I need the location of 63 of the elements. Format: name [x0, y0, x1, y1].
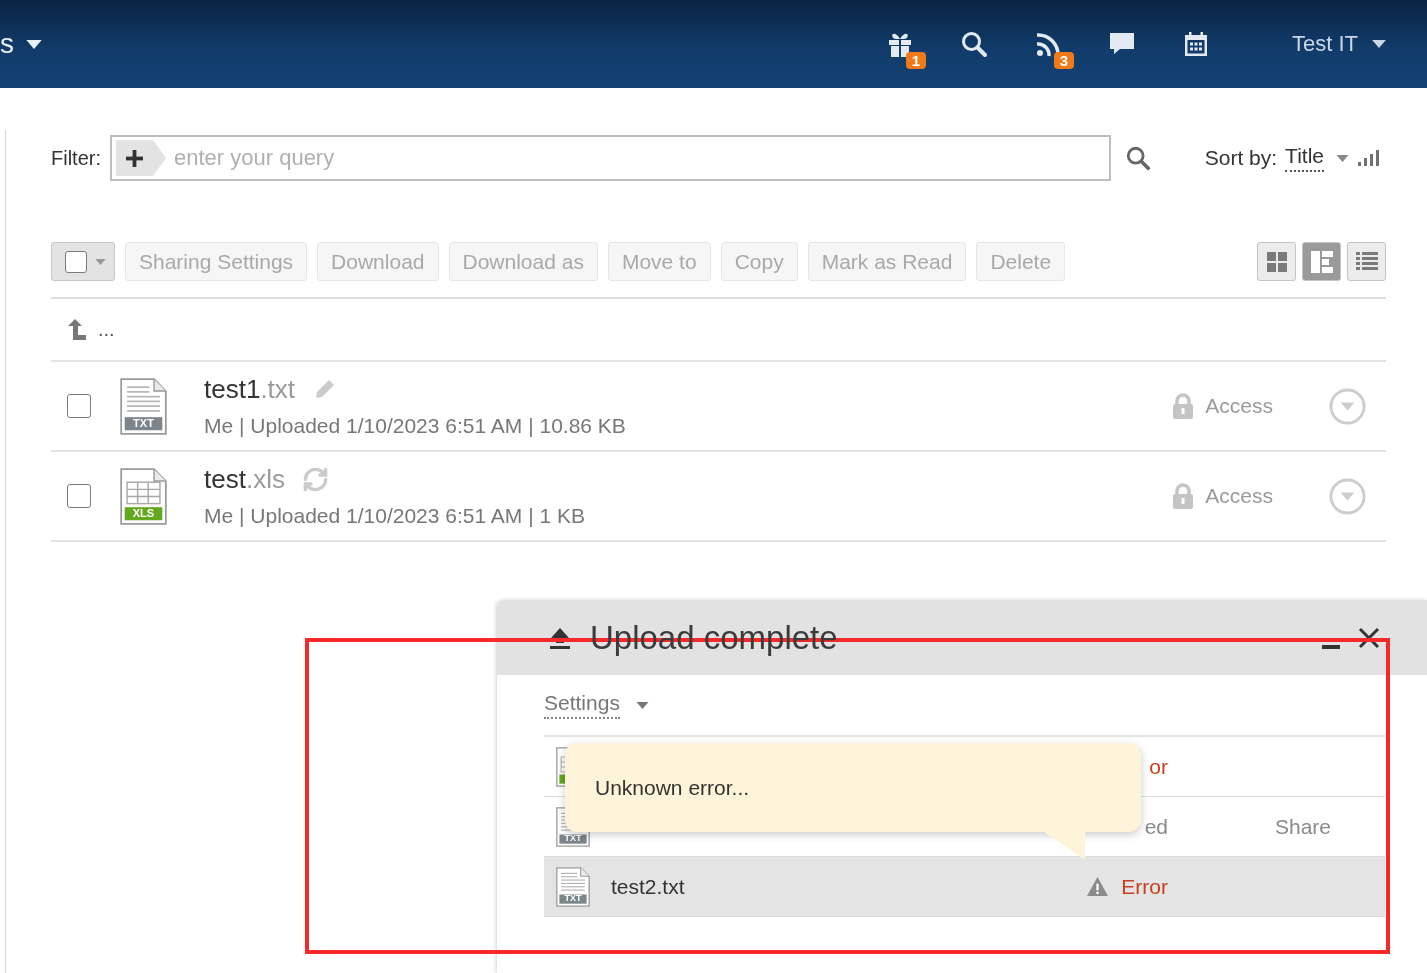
caret-icon	[635, 701, 649, 709]
upload-status: Error	[1121, 874, 1168, 899]
file-type-label: TXT	[563, 894, 583, 904]
nav-menu-button[interactable]: s	[0, 28, 42, 60]
user-menu-button[interactable]: Test IT	[1292, 31, 1386, 57]
file-name: test2.txt	[611, 874, 685, 899]
search-button[interactable]	[1125, 145, 1151, 171]
plus-icon	[126, 149, 143, 167]
filter-label: Filter:	[51, 146, 101, 170]
circle-caret-icon	[1329, 477, 1366, 515]
upload-status: or	[1149, 754, 1168, 779]
search-icon[interactable]	[960, 30, 988, 58]
access-link[interactable]: Access	[1172, 393, 1273, 419]
upload-row[interactable]: TXT test2.txt Error	[544, 857, 1385, 917]
sort-label: Sort by:	[1204, 146, 1278, 170]
file-details: Me | Uploaded 1/10/2023 6:51 AM | 1 KB	[204, 503, 585, 528]
file-extension: .xls	[245, 463, 285, 495]
text-file-icon	[556, 866, 590, 907]
sort-field-dropdown[interactable]: Title	[1285, 144, 1324, 172]
select-all-dropdown[interactable]	[51, 242, 115, 281]
caret-icon	[1336, 154, 1349, 162]
file-type-label: XLS	[131, 506, 156, 520]
share-link[interactable]: Share	[1275, 814, 1332, 839]
view-mode-button[interactable]	[1302, 242, 1341, 281]
circle-caret-icon	[1329, 387, 1366, 425]
file-extension: .txt	[260, 373, 296, 405]
tiles-icon	[1266, 251, 1287, 272]
list-icon	[1355, 251, 1378, 272]
view-mode-button[interactable]	[1347, 242, 1386, 281]
count-badge: 3	[1054, 52, 1074, 69]
view-mode-button[interactable]	[1257, 242, 1296, 281]
checkbox[interactable]	[67, 394, 91, 418]
checkbox[interactable]	[67, 484, 91, 508]
minimize-icon	[1322, 644, 1340, 649]
caret-icon	[26, 39, 42, 49]
error-tooltip: Unknown error...	[565, 743, 1141, 832]
checkbox[interactable]	[65, 250, 87, 273]
filter-field[interactable]: enter your query	[110, 135, 1111, 181]
file-type-label: TXT	[563, 834, 583, 844]
ascending-bars-icon[interactable]	[1358, 150, 1380, 166]
caret-icon	[95, 258, 106, 265]
file-details: Me | Uploaded 1/10/2023 6:51 AM | 10.86 KB	[204, 413, 626, 438]
text-file-icon	[120, 377, 167, 435]
count-badge: 1	[906, 52, 926, 69]
signal-arcs-icon[interactable]	[1034, 30, 1062, 58]
close-button[interactable]	[1358, 626, 1380, 649]
caret-icon	[1372, 40, 1386, 48]
spreadsheet-file-icon	[120, 467, 167, 525]
up-arrow-icon[interactable]	[68, 318, 86, 341]
file-name[interactable]: test1	[204, 373, 261, 405]
search-icon	[1125, 145, 1151, 171]
lock-icon	[1172, 483, 1195, 509]
tooltip-pointer	[1043, 831, 1085, 860]
parent-folder-link[interactable]: ...	[98, 318, 115, 341]
file-name[interactable]: test	[204, 463, 246, 495]
upload-status: ed	[1144, 814, 1168, 839]
access-link[interactable]: Access	[1172, 483, 1273, 509]
calendar-icon[interactable]	[1182, 30, 1210, 58]
settings-dropdown[interactable]: Settings	[544, 691, 649, 719]
lock-icon	[1172, 393, 1195, 419]
thumbnail-list-icon	[1310, 250, 1333, 273]
close-icon	[1358, 626, 1380, 649]
file-type-label: TXT	[132, 416, 155, 430]
